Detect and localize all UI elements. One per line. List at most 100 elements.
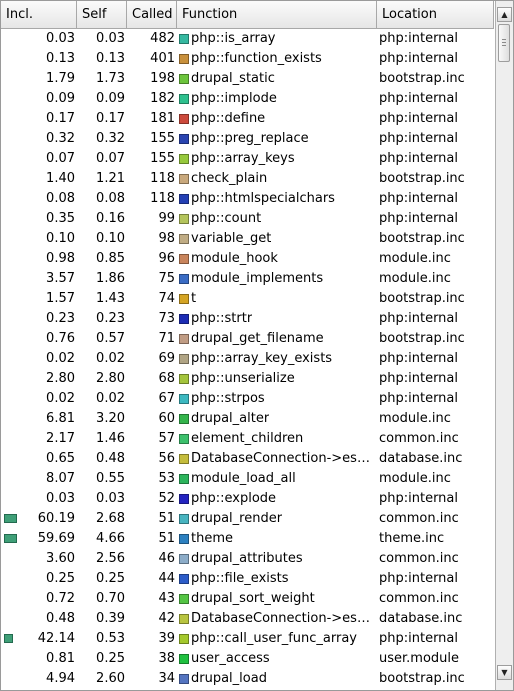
column-header-function[interactable]: Function [177, 1, 377, 28]
column-header-incl[interactable]: Incl. [1, 1, 77, 28]
table-row[interactable]: 0.07 0.07 155 php::array_keys php:internal [1, 149, 494, 169]
incl-cell: 0.65 [1, 449, 77, 469]
color-swatch-icon [179, 574, 189, 584]
table-row[interactable]: 3.57 1.86 75 module_implements module.inc [1, 269, 494, 289]
table-row[interactable]: 0.02 0.02 67 php::strpos php:internal [1, 389, 494, 409]
table-row[interactable]: 0.35 0.16 99 php::count php:internal [1, 209, 494, 229]
color-swatch-icon [179, 194, 189, 204]
location-cell: common.inc [379, 431, 459, 446]
table-row[interactable]: 0.72 0.70 43 drupal_sort_weight common.inc [1, 589, 494, 609]
column-header-called[interactable]: Called [127, 1, 177, 28]
self-cell: 0.70 [96, 591, 125, 606]
table-row[interactable]: 0.25 0.25 44 php::file_exists php:internal [1, 569, 494, 589]
incl-cell: 0.02 [1, 349, 77, 369]
self-cell: 0.25 [96, 651, 125, 666]
location-cell: php:internal [379, 151, 459, 166]
self-cell: 1.73 [96, 71, 125, 86]
incl-value: 0.13 [46, 51, 75, 66]
arrow-down-icon[interactable]: ▼ [497, 665, 512, 680]
color-swatch-icon [179, 414, 189, 424]
table-row[interactable]: 42.14 0.53 39 php::call_user_func_array php:… [1, 629, 494, 649]
table-row[interactable]: 0.23 0.23 73 php::strtr php:internal [1, 309, 494, 329]
incl-value: 0.25 [46, 571, 75, 586]
color-swatch-icon [179, 554, 189, 564]
function-cell: check_plain [177, 169, 377, 189]
table-row[interactable]: 8.07 0.55 53 module_load_all module.inc [1, 469, 494, 489]
color-swatch-icon [179, 254, 189, 264]
function-cell: drupal_attributes [177, 549, 377, 569]
table-row[interactable]: 0.08 0.08 118 php::htmlspecialchars php:inte… [1, 189, 494, 209]
color-swatch-icon [179, 54, 189, 64]
cost-bar [4, 634, 13, 643]
vertical-scrollbar[interactable]: ▲ ▼ [495, 1, 513, 690]
function-cell: drupal_sort_weight [177, 589, 377, 609]
self-cell: 0.48 [96, 451, 125, 466]
table-row[interactable]: 0.65 0.48 56 DatabaseConnection->esc… databa… [1, 449, 494, 469]
table-row[interactable]: 0.09 0.09 182 php::implode php:internal [1, 89, 494, 109]
table-row[interactable]: 2.80 2.80 68 php::unserialize php:internal [1, 369, 494, 389]
called-cell: 181 [150, 111, 175, 126]
table-row[interactable]: 0.17 0.17 181 php::define php:internal [1, 109, 494, 129]
function-name: drupal_attributes [191, 551, 303, 566]
table-row[interactable]: 0.10 0.10 98 variable_get bootstrap.inc [1, 229, 494, 249]
color-swatch-icon [179, 114, 189, 124]
incl-cell: 0.03 [1, 489, 77, 509]
self-cell: 0.09 [96, 91, 125, 106]
table-row[interactable]: 6.81 3.20 60 drupal_alter module.inc [1, 409, 494, 429]
called-cell: 34 [158, 671, 175, 686]
table-row[interactable]: 0.13 0.13 401 php::function_exists php:inter… [1, 49, 494, 69]
location-cell: php:internal [379, 211, 459, 226]
incl-cell: 6.81 [1, 409, 77, 429]
location-cell: bootstrap.inc [379, 171, 465, 186]
table-row[interactable]: 1.40 1.21 118 check_plain bootstrap.inc [1, 169, 494, 189]
function-name: drupal_alter [191, 411, 270, 426]
function-name: user_access [191, 651, 270, 666]
incl-value: 0.09 [46, 91, 75, 106]
table-row[interactable]: 0.03 0.03 482 php::is_array php:internal [1, 29, 494, 49]
table-row[interactable]: 2.17 1.46 57 element_children common.inc [1, 429, 494, 449]
table-row[interactable]: 1.79 1.73 198 drupal_static bootstrap.inc [1, 69, 494, 89]
table-row[interactable]: 60.19 2.68 51 drupal_render common.inc [1, 509, 494, 529]
arrow-up-icon[interactable]: ▲ [497, 7, 512, 22]
color-swatch-icon [179, 274, 189, 284]
table-row[interactable]: 0.48 0.39 42 DatabaseConnection->esc… databa… [1, 609, 494, 629]
function-list-view[interactable]: Incl. Self Called Function Location 0.03… [0, 0, 514, 691]
color-swatch-icon [179, 334, 189, 344]
incl-value: 0.02 [46, 391, 75, 406]
table-row[interactable]: 3.60 2.56 46 drupal_attributes common.inc [1, 549, 494, 569]
table-row[interactable]: 0.03 0.03 52 php::explode php:internal [1, 489, 494, 509]
location-cell: user.module [379, 651, 460, 666]
incl-value: 2.80 [46, 371, 75, 386]
incl-cell: 59.69 [1, 529, 77, 549]
called-cell: 51 [158, 511, 175, 526]
table-row[interactable]: 0.76 0.57 71 drupal_get_filename bootstrap.i… [1, 329, 494, 349]
table-row[interactable]: 0.81 0.25 38 user_access user.module [1, 649, 494, 669]
called-cell: 51 [158, 531, 175, 546]
self-cell: 2.56 [96, 551, 125, 566]
incl-value: 6.81 [46, 411, 75, 426]
incl-cell: 0.25 [1, 569, 77, 589]
incl-value: 1.57 [46, 291, 75, 306]
column-header-location[interactable]: Location [377, 1, 494, 28]
function-cell: module_hook [177, 249, 377, 269]
self-cell: 2.80 [96, 371, 125, 386]
table-row[interactable]: 0.02 0.02 69 php::array_key_exists php:inter… [1, 349, 494, 369]
table-row[interactable]: 0.32 0.32 155 php::preg_replace php:internal [1, 129, 494, 149]
scrollbar-thumb[interactable] [498, 24, 510, 62]
function-rows: 0.03 0.03 482 php::is_array php:internal 0.13… [1, 29, 494, 690]
table-row[interactable]: 1.57 1.43 74 t bootstrap.inc [1, 289, 494, 309]
column-header-self[interactable]: Self [77, 1, 127, 28]
table-row[interactable]: 4.94 2.60 34 drupal_load bootstrap.inc [1, 669, 494, 689]
table-row[interactable]: 0.98 0.85 96 module_hook module.inc [1, 249, 494, 269]
color-swatch-icon [179, 354, 189, 364]
function-name: php::array_keys [191, 151, 295, 166]
called-cell: 52 [158, 491, 175, 506]
incl-value: 0.07 [46, 151, 75, 166]
incl-cell: 1.79 [1, 69, 77, 89]
incl-value: 42.14 [37, 631, 75, 646]
function-name: variable_get [191, 231, 272, 246]
table-row[interactable]: 59.69 4.66 51 theme theme.inc [1, 529, 494, 549]
color-swatch-icon [179, 134, 189, 144]
color-swatch-icon [179, 434, 189, 444]
incl-value: 59.69 [37, 531, 75, 546]
